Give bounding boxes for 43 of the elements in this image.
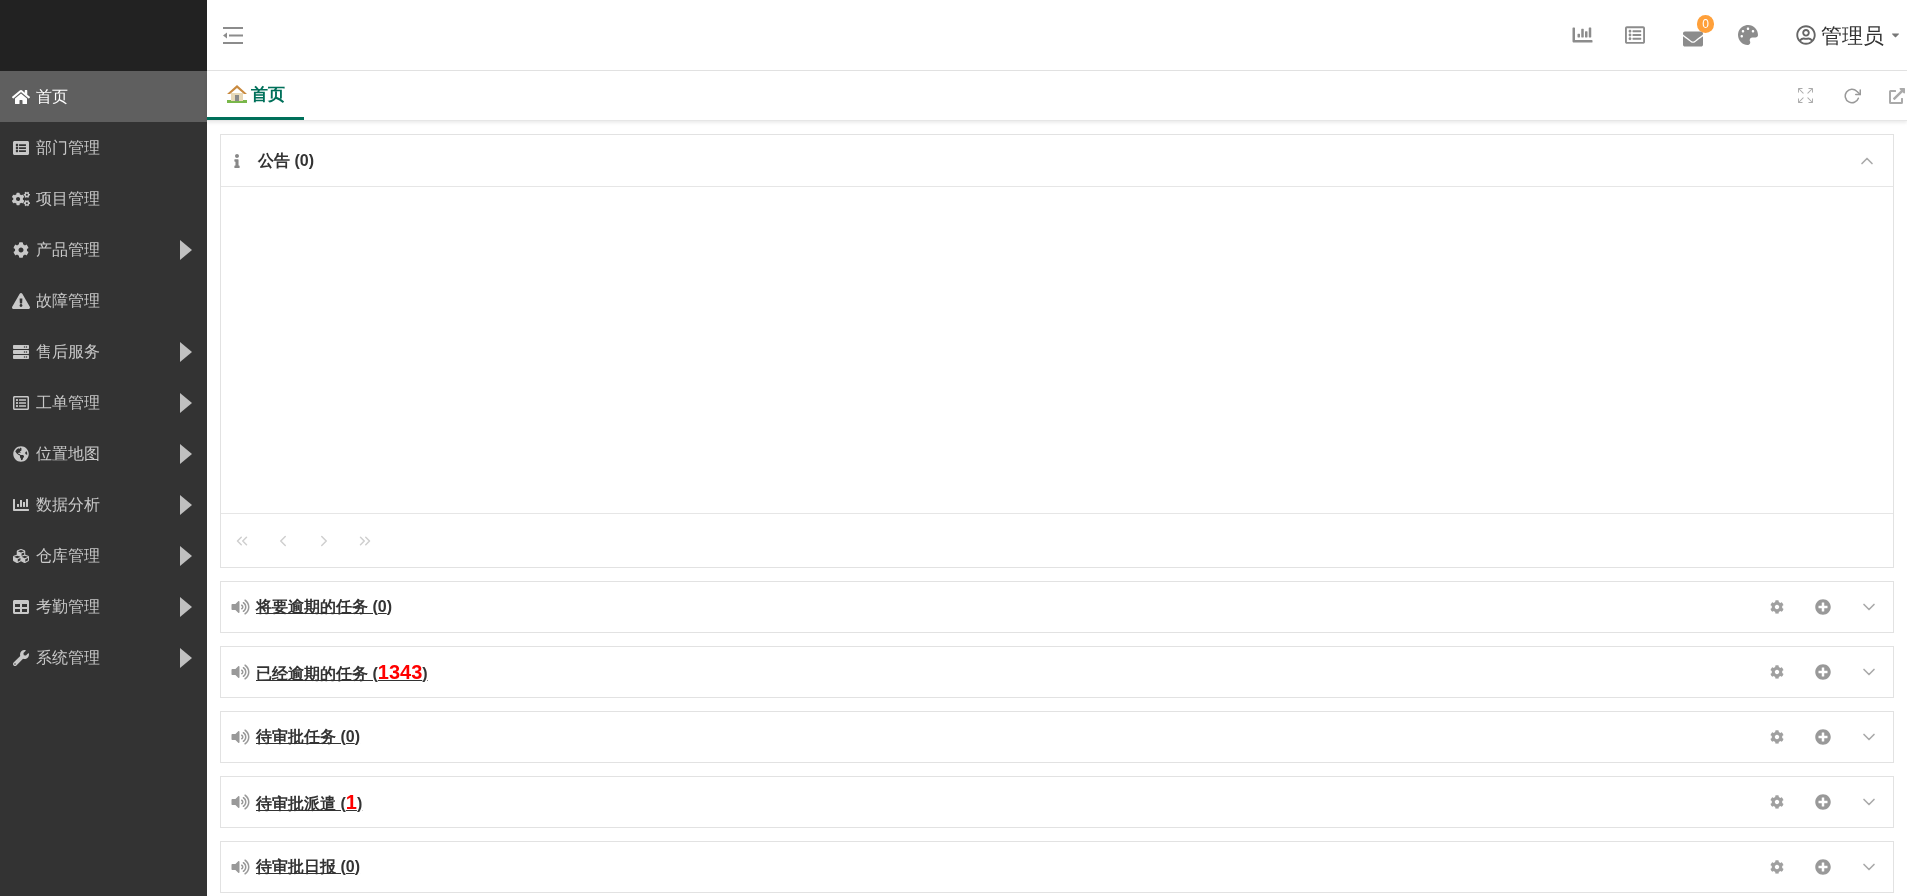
info-icon	[232, 153, 242, 168]
add-icon[interactable]	[1815, 794, 1831, 810]
collapse-menu-icon[interactable]	[223, 26, 243, 44]
settings-icon[interactable]	[1770, 860, 1784, 874]
user-avatar-icon	[1796, 25, 1816, 45]
speaker-icon	[231, 729, 250, 745]
settings-icon[interactable]	[1770, 730, 1784, 744]
server-icon	[12, 343, 30, 360]
panel-title: 公告 (0)	[258, 150, 314, 171]
warning-icon	[12, 292, 30, 309]
add-icon[interactable]	[1815, 729, 1831, 745]
house-icon	[226, 85, 247, 103]
bar-chart-icon	[12, 496, 30, 513]
mail-icon[interactable]	[1681, 29, 1705, 49]
fullscreen-icon[interactable]	[1798, 88, 1813, 103]
sidebar-item[interactable]: 首页	[0, 71, 207, 122]
globe-icon	[12, 445, 30, 462]
palette-icon[interactable]	[1738, 25, 1758, 45]
refresh-icon[interactable]	[1843, 86, 1861, 105]
add-icon[interactable]	[1815, 664, 1831, 680]
open-external-icon[interactable]	[1889, 87, 1905, 104]
settings-icon[interactable]	[1770, 665, 1784, 679]
list-icon	[12, 139, 30, 156]
add-icon[interactable]	[1815, 599, 1831, 615]
notepad-icon[interactable]	[1625, 25, 1645, 45]
settings-icon[interactable]	[1770, 600, 1784, 614]
settings-icon[interactable]	[1770, 795, 1784, 809]
table-icon	[12, 598, 30, 615]
wrench-icon	[12, 649, 30, 666]
message-count-badge: 0	[1697, 15, 1714, 33]
gears-icon	[12, 190, 30, 207]
speaker-icon	[231, 859, 250, 875]
gear-icon	[12, 241, 30, 258]
tab[interactable]: 首页	[207, 71, 304, 120]
speaker-icon	[231, 794, 250, 810]
add-icon[interactable]	[1815, 859, 1831, 875]
speaker-icon	[231, 599, 250, 615]
speaker-icon	[231, 664, 250, 680]
bar-chart-icon[interactable]	[1570, 25, 1595, 45]
home-icon	[12, 88, 30, 105]
user-menu-button[interactable]: 管理员	[1796, 24, 1901, 46]
cubes-icon	[12, 547, 30, 564]
form-icon	[12, 394, 30, 411]
